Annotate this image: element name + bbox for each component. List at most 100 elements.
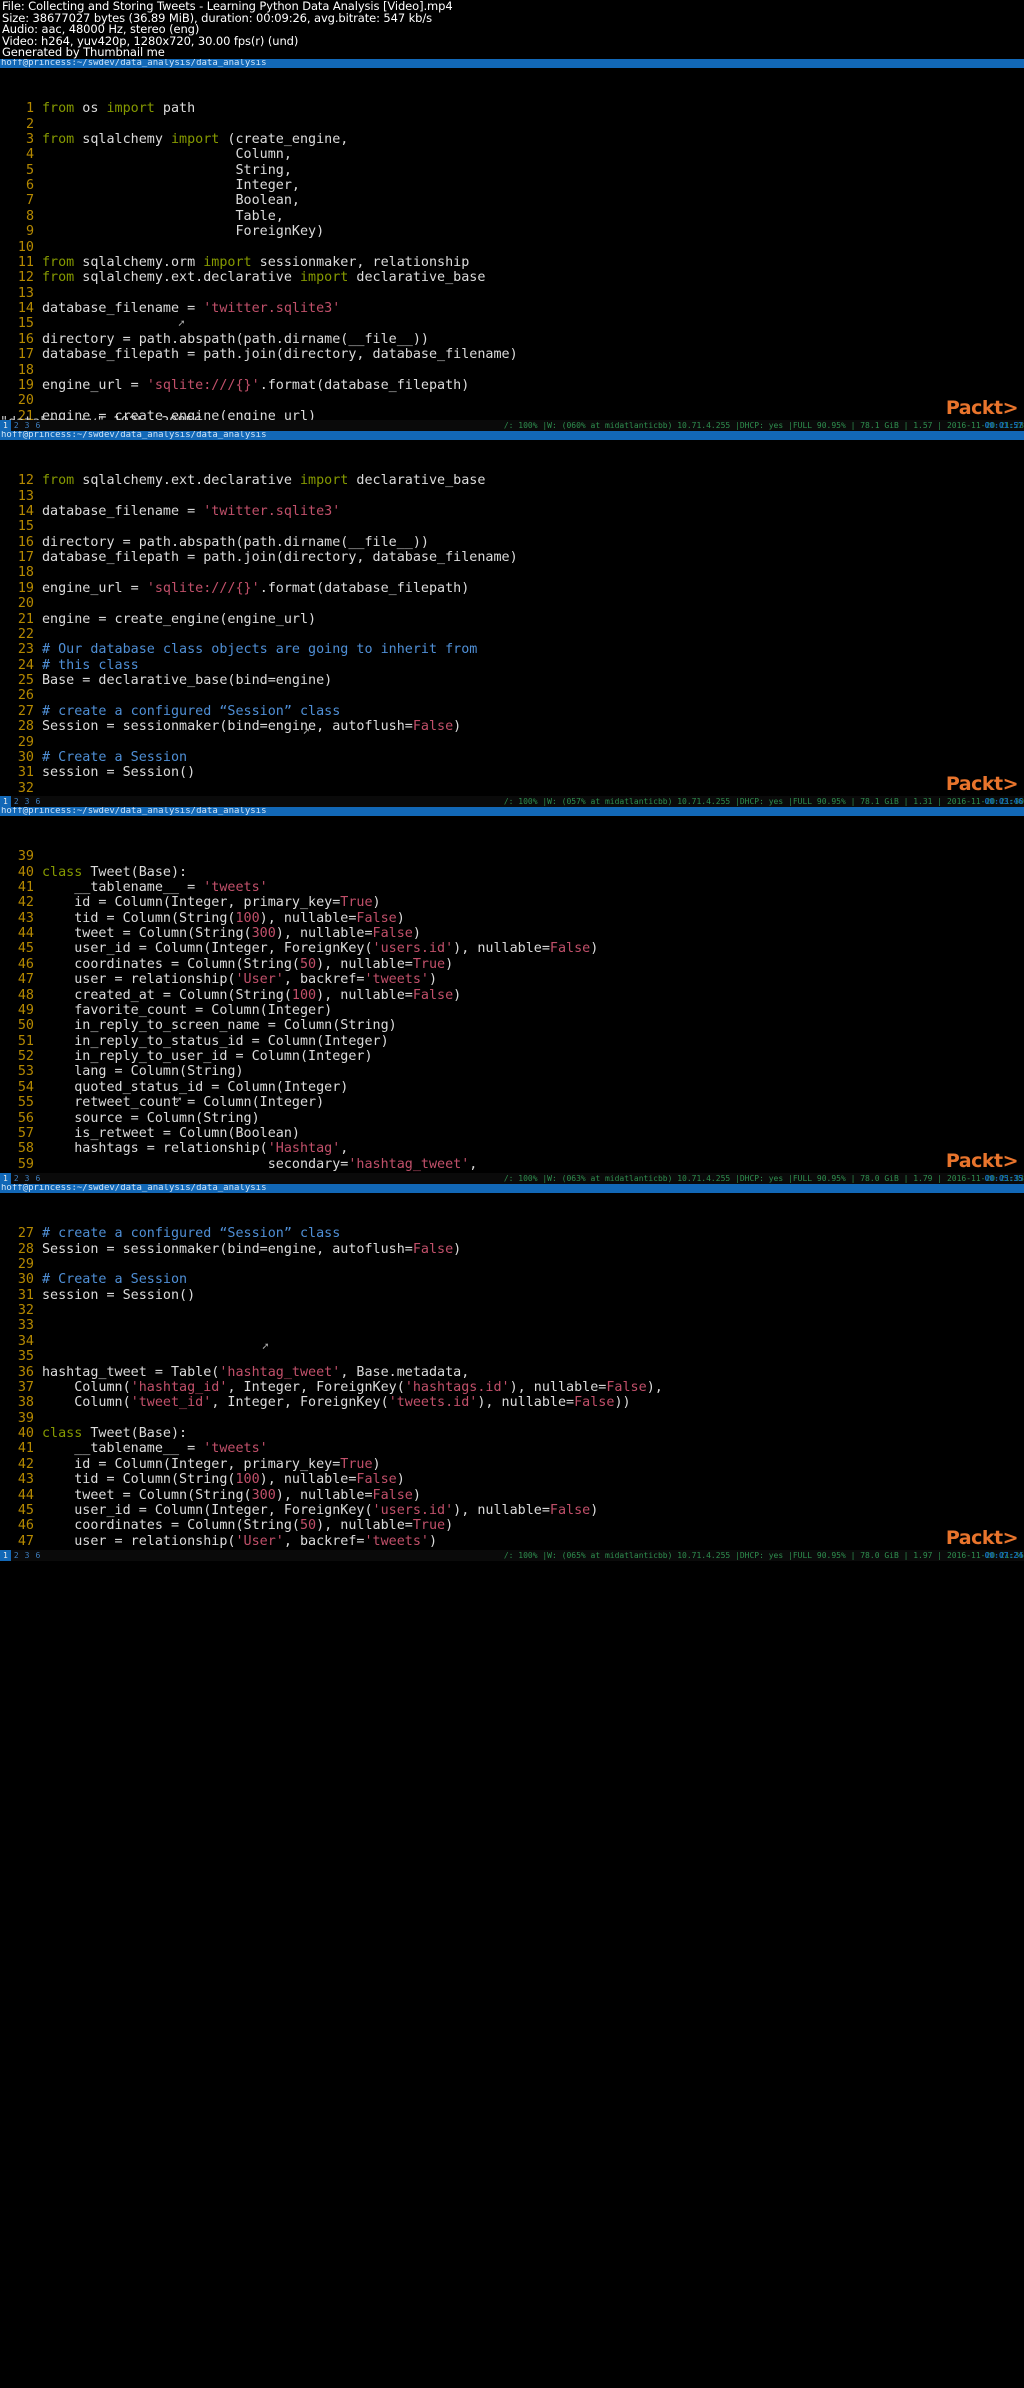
tmux-window-list-2[interactable]: 1236 bbox=[0, 795, 43, 807]
code-line: 39 bbox=[0, 849, 1024, 864]
packt-watermark-2: Packt> bbox=[945, 772, 1019, 795]
line-number: 1 bbox=[25, 101, 34, 117]
code-line: 24 # this class bbox=[0, 658, 1024, 673]
tmux-window-3[interactable]: 3 bbox=[22, 1173, 33, 1184]
thumbnail-frame-1: hoff@princess:~/swdev/data_analysis/data… bbox=[0, 58, 1024, 431]
tmux-window-3[interactable]: 3 bbox=[22, 420, 33, 431]
line-content: source = Column(String) bbox=[42, 1110, 260, 1126]
line-number: 55 bbox=[17, 1095, 34, 1111]
line-content: is_retweet = Column(Boolean) bbox=[42, 1125, 300, 1141]
tmux-window-3[interactable]: 3 bbox=[22, 1550, 33, 1561]
code-line: 43 tid = Column(String(100), nullable=Fa… bbox=[0, 911, 1024, 926]
line-content: # Create a Session bbox=[42, 1272, 188, 1288]
tmux-window-2[interactable]: 2 bbox=[11, 420, 22, 431]
line-number: 17 bbox=[17, 550, 34, 566]
code-line: 45 user_id = Column(Integer, ForeignKey(… bbox=[0, 941, 1024, 956]
line-number: 42 bbox=[17, 895, 34, 911]
line-content: Base = declarative_base(bind=engine) bbox=[42, 673, 333, 689]
line-number: 14 bbox=[17, 301, 34, 317]
line-number: 26 bbox=[17, 688, 34, 704]
line-content: user_id = Column(Integer, ForeignKey('us… bbox=[42, 1502, 599, 1518]
tmux-status-bar-4[interactable]: 1236 /: 100% |W: (065% at midatlanticbb)… bbox=[0, 1549, 1024, 1561]
code-line: 29 bbox=[0, 1257, 1024, 1272]
code-line: 30 # Create a Session bbox=[0, 1272, 1024, 1287]
line-content: database_filename = 'twitter.sqlite3' bbox=[42, 301, 341, 317]
line-content: from sqlalchemy.ext.declarative import d… bbox=[42, 473, 486, 489]
line-number: 21 bbox=[17, 611, 34, 627]
line-number: 10 bbox=[17, 239, 34, 255]
tmux-status-bar-2[interactable]: 1236 /: 100% |W: (057% at midatlanticbb)… bbox=[0, 795, 1024, 807]
line-number: 16 bbox=[17, 534, 34, 550]
vim-editor-1[interactable]: 1 from os import path 2 3 from sqlalchemy im… bbox=[0, 68, 1024, 431]
line-number: 43 bbox=[17, 1472, 34, 1488]
tmux-pane-title-3: hoff@princess:~/swdev/data_analysis/data… bbox=[0, 806, 1024, 817]
line-number: 38 bbox=[17, 1395, 34, 1411]
line-number: 14 bbox=[17, 503, 34, 519]
vim-editor-4[interactable]: 27 # create a configured “Session” class 2… bbox=[0, 1193, 1024, 1561]
tmux-window-1[interactable]: 1 bbox=[0, 419, 11, 431]
tmux-window-2[interactable]: 2 bbox=[11, 1173, 22, 1184]
tmux-window-1[interactable]: 1 bbox=[0, 1172, 11, 1184]
tmux-window-1[interactable]: 1 bbox=[0, 1549, 11, 1561]
code-lines-2: 12 from sqlalchemy.ext.declarative import… bbox=[0, 473, 1024, 807]
tmux-window-2[interactable]: 2 bbox=[11, 1550, 22, 1561]
code-line: 41 __tablename__ = 'tweets' bbox=[0, 1441, 1024, 1456]
tmux-window-list-4[interactable]: 1236 bbox=[0, 1549, 43, 1561]
line-number: 2 bbox=[25, 116, 34, 132]
line-number: 45 bbox=[17, 1502, 34, 1518]
line-content: user_id = Column(Integer, ForeignKey('us… bbox=[42, 941, 599, 957]
tmux-window-1[interactable]: 1 bbox=[0, 795, 11, 807]
tmux-window-3[interactable]: 3 bbox=[22, 796, 33, 807]
code-line: 14 database_filename = 'twitter.sqlite3' bbox=[0, 504, 1024, 519]
line-number: 16 bbox=[17, 331, 34, 347]
thumbnail-frame-3: hoff@princess:~/swdev/data_analysis/data… bbox=[0, 806, 1024, 1184]
line-number: 37 bbox=[17, 1379, 34, 1395]
code-line: 42 id = Column(Integer, primary_key=True… bbox=[0, 895, 1024, 910]
line-content: # this class bbox=[42, 657, 139, 673]
code-line: 46 coordinates = Column(String(50), null… bbox=[0, 957, 1024, 972]
code-line: 26 bbox=[0, 688, 1024, 703]
tmux-status-bar-3[interactable]: 1236 /: 100% |W: (063% at midatlanticbb)… bbox=[0, 1172, 1024, 1184]
line-number: 57 bbox=[17, 1125, 34, 1141]
line-content: directory = path.abspath(path.dirname(__… bbox=[42, 534, 429, 550]
code-line: 12 from sqlalchemy.ext.declarative import… bbox=[0, 270, 1024, 285]
line-number: 20 bbox=[17, 596, 34, 612]
code-line: 51 in_reply_to_status_id = Column(Intege… bbox=[0, 1034, 1024, 1049]
video-metadata-block: File: Collecting and Storing Tweets - Le… bbox=[0, 0, 1024, 59]
line-number: 39 bbox=[17, 849, 34, 865]
line-number: 6 bbox=[25, 178, 34, 194]
code-line: 13 bbox=[0, 489, 1024, 504]
tmux-window-list-3[interactable]: 1236 bbox=[0, 1172, 43, 1184]
code-line: 11 from sqlalchemy.orm import sessionmake… bbox=[0, 255, 1024, 270]
tmux-window-2[interactable]: 2 bbox=[11, 796, 22, 807]
line-content: in_reply_to_screen_name = Column(String) bbox=[42, 1018, 397, 1034]
code-line: 16 directory = path.abspath(path.dirname(… bbox=[0, 535, 1024, 550]
code-line: 15 bbox=[0, 519, 1024, 534]
line-content: hashtag_tweet = Table('hashtag_tweet', B… bbox=[42, 1364, 470, 1380]
tmux-pane-title-4: hoff@princess:~/swdev/data_analysis/data… bbox=[0, 1183, 1024, 1194]
code-line: 54 quoted_status_id = Column(Integer) bbox=[0, 1080, 1024, 1095]
line-number: 27 bbox=[17, 703, 34, 719]
vim-editor-3[interactable]: 39 40 class Tweet(Base): 41 __tablename__ =… bbox=[0, 816, 1024, 1184]
line-content: __tablename__ = 'tweets' bbox=[42, 879, 268, 895]
line-number: 12 bbox=[17, 473, 34, 489]
line-number: 30 bbox=[17, 1272, 34, 1288]
tmux-window-6[interactable]: 6 bbox=[32, 420, 43, 431]
code-line: 2 bbox=[0, 117, 1024, 132]
line-content: in_reply_to_user_id = Column(Integer) bbox=[42, 1049, 373, 1065]
code-line: 17 database_filepath = path.join(director… bbox=[0, 347, 1024, 362]
tmux-status-bar-1[interactable]: 1236 /: 100% |W: (060% at midatlanticbb)… bbox=[0, 419, 1024, 431]
code-line: 39 bbox=[0, 1411, 1024, 1426]
tmux-window-6[interactable]: 6 bbox=[32, 1173, 43, 1184]
line-number: 30 bbox=[17, 749, 34, 765]
line-number: 49 bbox=[17, 1002, 34, 1018]
tmux-window-6[interactable]: 6 bbox=[32, 796, 43, 807]
code-line: 19 engine_url = 'sqlite:///{}'.format(dat… bbox=[0, 378, 1024, 393]
tmux-window-list-1[interactable]: 1236 bbox=[0, 419, 43, 431]
code-line: 40 class Tweet(Base): bbox=[0, 865, 1024, 880]
tmux-window-6[interactable]: 6 bbox=[32, 1550, 43, 1561]
vim-editor-2[interactable]: 12 from sqlalchemy.ext.declarative import… bbox=[0, 440, 1024, 807]
line-number: 23 bbox=[17, 642, 34, 658]
line-number: 27 bbox=[17, 1226, 34, 1242]
line-number: 50 bbox=[17, 1018, 34, 1034]
